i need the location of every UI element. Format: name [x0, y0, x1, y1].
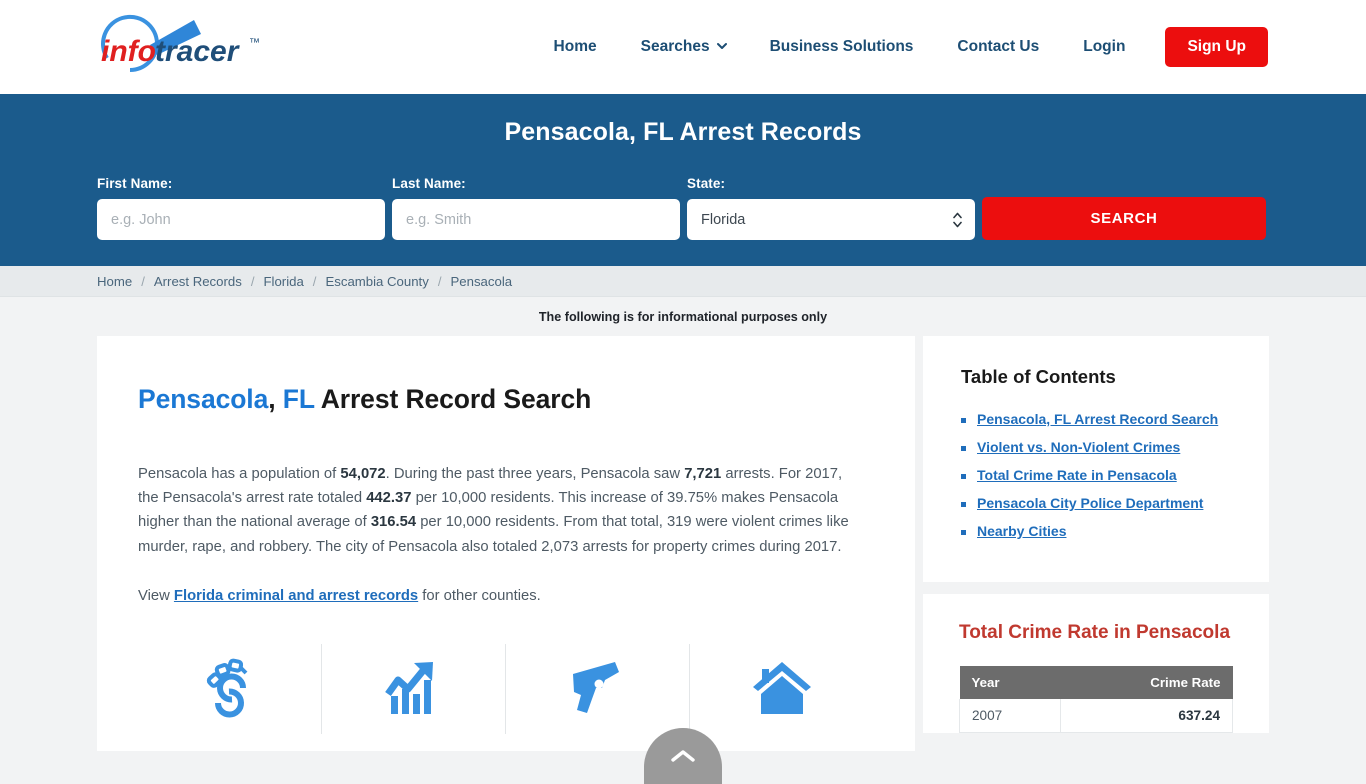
bullet-icon: [961, 446, 966, 451]
breadcrumb: Home / Arrest Records / Florida / Escamb…: [97, 274, 512, 289]
last-name-label: Last Name:: [392, 176, 466, 191]
emphasized-stat: 7,721: [684, 466, 722, 482]
breadcrumb-separator: /: [250, 273, 255, 289]
bullet-icon: [961, 474, 966, 479]
toc-link-total-crime-rate[interactable]: Total Crime Rate in Pensacola: [977, 466, 1177, 485]
emphasized-stat: 442.37: [366, 490, 412, 507]
cell-year: 2007: [959, 699, 1061, 733]
toc-link-arrest-record-search[interactable]: Pensacola, FL Arrest Record Search: [977, 410, 1218, 429]
breadcrumb-item-arrest-records[interactable]: Arrest Records: [154, 274, 242, 289]
search-button-group: SEARCH: [982, 197, 1266, 240]
site-header: info tracer ™ Home Searches Business Sol…: [0, 0, 1366, 94]
toc-list: Pensacola, FL Arrest Record Search Viole…: [961, 410, 1231, 541]
state-select[interactable]: Florida: [687, 199, 975, 240]
nav-label: Business Solutions: [769, 38, 914, 55]
column-header-crime-rate: Crime Rate: [1060, 666, 1233, 699]
nav-item-contact-us[interactable]: Contact Us: [935, 38, 1061, 56]
category-cell-violent-crimes[interactable]: [506, 643, 690, 734]
bullet-icon: [961, 530, 966, 535]
breadcrumb-separator: /: [437, 273, 442, 289]
nav-item-searches[interactable]: Searches: [619, 38, 748, 56]
last-name-input[interactable]: [392, 199, 680, 240]
trending-up-chart-icon: [384, 661, 433, 714]
nav-item-business-solutions[interactable]: Business Solutions: [748, 38, 936, 56]
first-name-label: First Name:: [97, 176, 173, 191]
cell-crime-rate: 637.24: [1059, 699, 1234, 733]
nav-item-home[interactable]: Home: [532, 38, 619, 56]
search-button[interactable]: SEARCH: [982, 197, 1266, 240]
other-counties-line: View Florida criminal and arrest records…: [138, 584, 874, 608]
crime-rate-table: Year Crime Rate 2007 637.24: [959, 666, 1234, 733]
nav-label: Searches: [640, 38, 710, 55]
view-prefix: View: [138, 587, 174, 604]
chevron-down-icon: [716, 41, 727, 50]
heading-comma: ,: [268, 384, 276, 414]
table-of-contents-card: Table of Contents Pensacola, FL Arrest R…: [923, 336, 1269, 582]
column-header-year: Year: [959, 666, 1061, 699]
svg-text:info: info: [101, 35, 156, 68]
category-cell-property-crimes[interactable]: [690, 644, 874, 734]
crime-rate-title: Total Crime Rate in Pensacola: [959, 622, 1231, 643]
chevron-up-icon: [671, 750, 695, 762]
heading-state: FL: [282, 384, 315, 414]
sign-up-button[interactable]: Sign Up: [1165, 27, 1268, 67]
sidebar: Table of Contents Pensacola, FL Arrest R…: [923, 336, 1269, 733]
toc-link-police-department[interactable]: Pensacola City Police Department: [977, 494, 1203, 513]
view-suffix: for other counties.: [418, 587, 541, 604]
first-name-input[interactable]: [97, 199, 385, 240]
content-area: Pensacola, FL Arrest Record Search Pensa…: [97, 336, 1269, 751]
page-title: Pensacola, FL Arrest Records: [504, 118, 862, 146]
breadcrumb-separator: /: [141, 273, 145, 289]
breadcrumb-item-home[interactable]: Home: [97, 274, 132, 289]
heading-rest: Arrest Record Search: [320, 384, 592, 414]
list-item[interactable]: Pensacola, FL Arrest Record Search: [961, 410, 1231, 429]
svg-text:™: ™: [249, 37, 260, 49]
house-icon: [753, 661, 811, 714]
emphasized-stat: 54,072: [340, 466, 386, 482]
primary-navigation: Home Searches Business Solutions Contact…: [532, 0, 1268, 94]
state-field-group: State: Florida: [687, 176, 975, 240]
breadcrumb-item-florida[interactable]: Florida: [263, 274, 303, 289]
category-icon-row: [138, 643, 874, 734]
list-item[interactable]: Violent vs. Non-Violent Crimes: [961, 438, 1231, 457]
search-form: First Name: Last Name: State: Florida SE…: [97, 176, 1269, 240]
state-label: State:: [687, 176, 726, 191]
toc-link-nearby-cities[interactable]: Nearby Cities: [977, 522, 1066, 541]
main-article-card: Pensacola, FL Arrest Record Search Pensa…: [97, 336, 915, 751]
first-name-field-group: First Name:: [97, 176, 385, 240]
handgun-icon: [572, 661, 619, 713]
article-paragraph: Pensacola has a population of 54,072. Du…: [138, 466, 849, 555]
nav-label: Home: [553, 38, 597, 55]
table-row: 2007 637.24: [959, 699, 1234, 733]
nav-item-login[interactable]: Login: [1061, 38, 1147, 56]
category-cell-crime-rate[interactable]: [322, 643, 506, 734]
breadcrumb-separator: /: [312, 273, 317, 289]
last-name-field-group: Last Name:: [392, 176, 680, 240]
heading-city: Pensacola: [138, 384, 269, 414]
site-logo[interactable]: info tracer ™: [97, 12, 277, 82]
bullet-icon: [961, 502, 966, 507]
category-cell-arrests[interactable]: [138, 643, 322, 734]
breadcrumb-item-escambia-county[interactable]: Escambia County: [325, 274, 428, 289]
list-item[interactable]: Pensacola City Police Department: [961, 494, 1231, 513]
bullet-icon: [961, 418, 966, 423]
hero-search-section: Pensacola, FL Arrest Records First Name:…: [0, 94, 1366, 266]
breadcrumb-item-pensacola: Pensacola: [450, 273, 513, 289]
toc-link-violent-vs-nonviolent[interactable]: Violent vs. Non-Violent Crimes: [977, 438, 1180, 457]
nav-label: Contact Us: [957, 38, 1040, 55]
total-crime-rate-card: Total Crime Rate in Pensacola Year Crime…: [923, 594, 1269, 733]
emphasized-stat: 316.54: [370, 514, 417, 531]
handcuffs-icon: [206, 658, 247, 718]
list-item[interactable]: Total Crime Rate in Pensacola: [961, 466, 1231, 485]
florida-records-link[interactable]: Florida criminal and arrest records: [174, 588, 418, 604]
toc-title: Table of Contents: [961, 366, 1116, 387]
svg-text:tracer: tracer: [155, 35, 241, 68]
infotracer-logo-icon: info tracer ™: [101, 14, 260, 72]
article-heading: Pensacola, FL Arrest Record Search: [138, 384, 874, 415]
informational-notice: The following is for informational purpo…: [538, 310, 828, 324]
table-header-row: Year Crime Rate: [959, 666, 1233, 699]
list-item[interactable]: Nearby Cities: [961, 522, 1231, 541]
breadcrumb-bar: Home / Arrest Records / Florida / Escamb…: [0, 266, 1366, 297]
nav-label: Login: [1083, 38, 1126, 55]
